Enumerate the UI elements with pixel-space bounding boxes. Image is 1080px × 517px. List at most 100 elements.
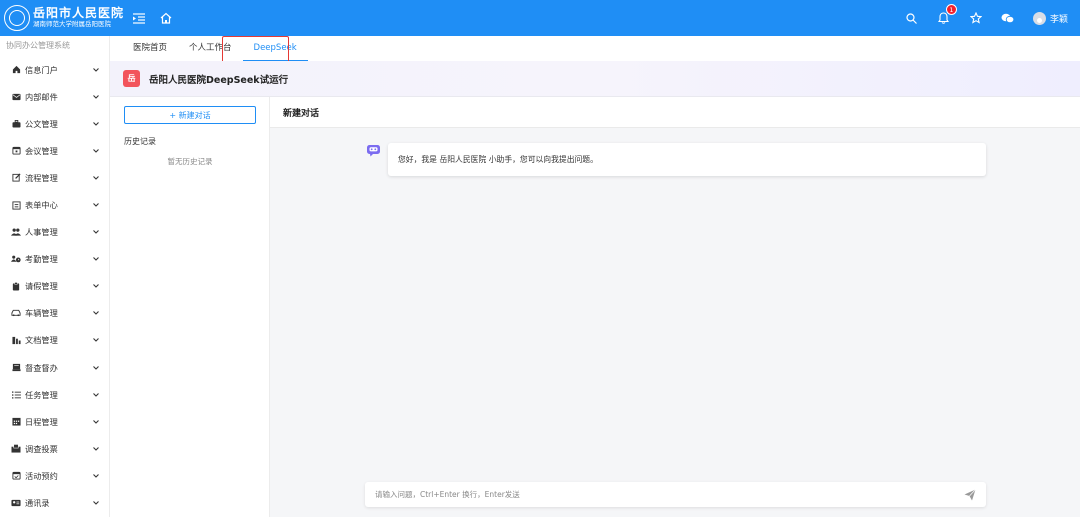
sidebar-item-clipboard[interactable]: 请假管理 — [0, 273, 109, 300]
chevron-down-icon — [92, 418, 100, 426]
page-title: 岳阳人民医院DeepSeek试运行 — [149, 74, 289, 86]
new-chat-button[interactable]: + 新建对话 — [124, 106, 256, 124]
chevron-down-icon — [92, 255, 100, 263]
sidebar-item-vote[interactable]: 调查投票 — [0, 435, 109, 462]
chevron-down-icon — [92, 391, 100, 399]
list-icon — [11, 390, 21, 400]
sidebar-item-label: 请假管理 — [25, 281, 58, 292]
chevron-down-icon — [92, 120, 100, 128]
vote-icon — [11, 444, 21, 454]
send-icon[interactable] — [964, 488, 976, 501]
calendar-grid-icon — [11, 417, 21, 427]
sidebar-item-label: 车辆管理 — [25, 308, 58, 319]
menu-fold-icon[interactable] — [132, 11, 146, 25]
history-title: 历史记录 — [124, 137, 156, 146]
sidebar-item-label: 信息门户 — [25, 64, 58, 75]
sidebar-item-document[interactable]: 文档管理 — [0, 327, 109, 354]
sidebar-item-label: 表单中心 — [25, 200, 58, 211]
chat-title: 新建对话 — [270, 97, 1080, 128]
tab-deepseek[interactable]: DeepSeek — [242, 36, 308, 61]
chevron-down-icon — [92, 309, 100, 317]
clipboard-icon — [11, 281, 21, 291]
hospital-emblem-icon — [4, 5, 30, 31]
sidebar-item-edit[interactable]: 流程管理 — [0, 164, 109, 191]
search-icon[interactable] — [905, 11, 919, 25]
sidebar-item-contact-card[interactable]: 通讯录 — [0, 490, 109, 517]
document-icon — [11, 335, 21, 345]
user-avatar-icon — [1032, 11, 1046, 25]
mail-icon — [11, 92, 21, 102]
sidebar-item-label: 流程管理 — [25, 172, 58, 183]
sidebar-item-label: 调查投票 — [25, 443, 58, 454]
chevron-down-icon — [92, 201, 100, 209]
chevron-down-icon — [92, 445, 100, 453]
sidebar-item-form[interactable]: 表单中心 — [0, 191, 109, 218]
sidebar-item-label: 任务管理 — [25, 389, 58, 400]
sidebar-item-calendar-check[interactable]: 活动预约 — [0, 462, 109, 489]
user-menu[interactable]: 李颖 — [1032, 11, 1068, 25]
tab-hospital-home[interactable]: 医院首页 — [122, 36, 178, 61]
username: 李颖 — [1049, 14, 1068, 25]
chevron-down-icon — [92, 66, 100, 74]
sidebar-item-label: 文档管理 — [25, 335, 58, 346]
sidebar-item-users[interactable]: 人事管理 — [0, 219, 109, 246]
wechat-icon[interactable] — [1001, 11, 1015, 25]
inbox-icon — [11, 363, 21, 373]
tab-personal-workbench[interactable]: 个人工作台 — [178, 36, 243, 61]
home-icon[interactable] — [159, 11, 173, 25]
notification-badge: 1 — [945, 4, 957, 15]
sidebar-item-briefcase[interactable]: 公文管理 — [0, 110, 109, 137]
chevron-down-icon — [92, 93, 100, 101]
hospital-logo[interactable]: 岳阳市人民医院 湖南师范大学附属岳阳医院 — [0, 5, 124, 31]
sidebar-item-clock-users[interactable]: 考勤管理 — [0, 246, 109, 273]
calendar-check-icon — [11, 471, 21, 481]
sidebar-item-label: 活动预约 — [25, 470, 58, 481]
star-icon[interactable] — [969, 11, 983, 25]
logo-title: 岳阳市人民医院 — [33, 6, 125, 20]
sidebar-item-label: 人事管理 — [25, 227, 58, 238]
contact-card-icon — [11, 498, 21, 508]
calendar-icon — [11, 146, 21, 156]
chevron-down-icon — [92, 364, 100, 372]
top-bar: 岳阳市人民医院 湖南师范大学附属岳阳医院 1 李颖 — [0, 0, 1080, 36]
chevron-down-icon — [92, 147, 100, 155]
sidebar: 协同办公管理系统 信息门户内部邮件公文管理会议管理流程管理表单中心人事管理考勤管… — [0, 36, 110, 517]
sidebar-item-label: 考勤管理 — [25, 254, 58, 265]
banner-logo: 岳 — [123, 70, 140, 87]
chat-input[interactable] — [375, 490, 964, 499]
clock-users-icon — [11, 254, 21, 264]
sidebar-item-mail[interactable]: 内部邮件 — [0, 83, 109, 110]
briefcase-icon — [11, 119, 21, 129]
chevron-down-icon — [92, 228, 100, 236]
sidebar-item-calendar-grid[interactable]: 日程管理 — [0, 408, 109, 435]
chat-input-box — [365, 482, 986, 507]
assistant-message-bubble: 您好，我是 岳阳人民医院 小助手，您可以向我提出问题。 — [388, 143, 986, 176]
chat-panel: 新建对话 您好，我是 岳阳人民医院 小助手，您可以向我提出问题。 — [270, 97, 1080, 517]
sidebar-menu: 信息门户内部邮件公文管理会议管理流程管理表单中心人事管理考勤管理请假管理车辆管理… — [0, 56, 109, 517]
logo-subtitle: 湖南师范大学附属岳阳医院 — [33, 20, 111, 28]
form-icon — [11, 200, 21, 210]
sidebar-item-car[interactable]: 车辆管理 — [0, 300, 109, 327]
chevron-down-icon — [92, 174, 100, 182]
page-banner: 岳 岳阳人民医院DeepSeek试运行 — [110, 61, 1080, 97]
chevron-down-icon — [92, 472, 100, 480]
history-empty-text: 暂无历史记录 — [167, 157, 213, 166]
edit-icon — [11, 173, 21, 183]
tab-bar: 医院首页 个人工作台 DeepSeek — [110, 36, 1080, 61]
chevron-down-icon — [92, 336, 100, 344]
sidebar-item-list[interactable]: 任务管理 — [0, 381, 109, 408]
sidebar-item-home[interactable]: 信息门户 — [0, 56, 109, 83]
sidebar-item-calendar[interactable]: 会议管理 — [0, 137, 109, 164]
sidebar-item-label: 会议管理 — [25, 145, 58, 156]
users-icon — [11, 227, 21, 237]
chevron-down-icon — [92, 499, 100, 507]
sidebar-item-label: 督查督办 — [25, 362, 58, 373]
sidebar-item-inbox[interactable]: 督查督办 — [0, 354, 109, 381]
bell-icon[interactable]: 1 — [937, 4, 957, 25]
bot-icon — [366, 144, 381, 157]
system-title: 协同办公管理系统 — [6, 41, 70, 50]
home-icon — [11, 65, 21, 75]
car-icon — [11, 308, 21, 318]
sidebar-item-label: 公文管理 — [25, 118, 58, 129]
history-panel: + 新建对话 历史记录 暂无历史记录 — [110, 97, 270, 517]
